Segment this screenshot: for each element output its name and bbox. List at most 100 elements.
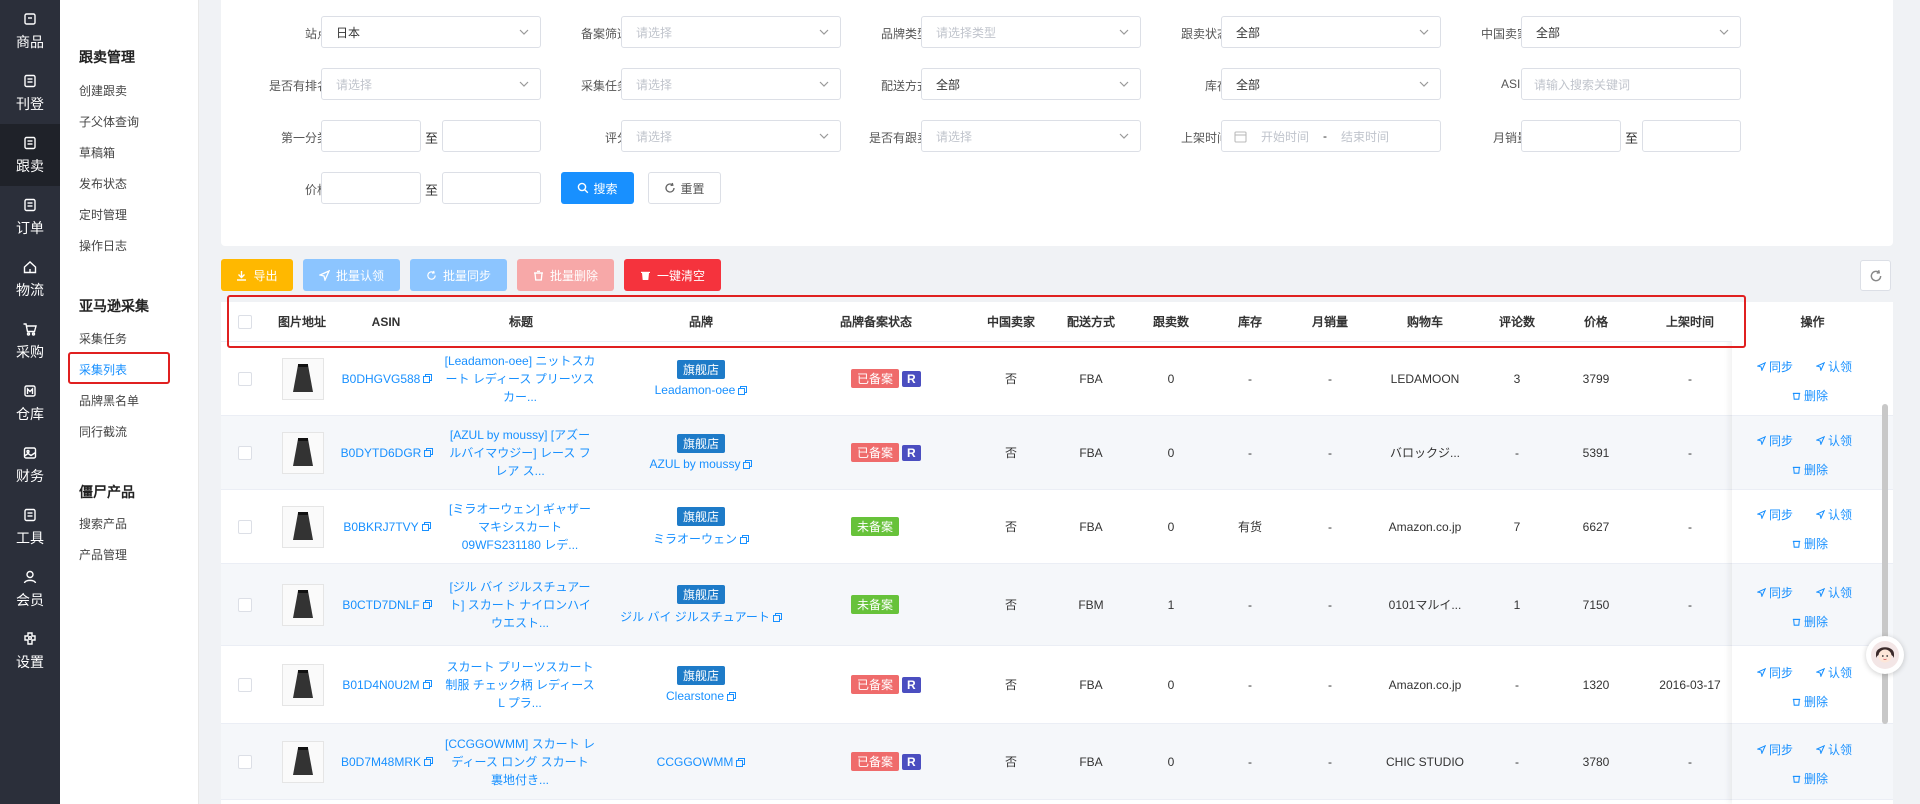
product-image[interactable] [281,724,325,799]
copy-icon[interactable] [743,460,753,470]
nav-item-orders[interactable]: 订单 [0,186,60,248]
reset-button[interactable]: 重置 [648,172,721,204]
copy-icon[interactable] [423,374,433,383]
claim-link[interactable]: 认领 [1816,741,1852,758]
delivery-select[interactable]: 全部 [921,68,1141,100]
refresh-table-button[interactable] [1860,260,1891,291]
product-image[interactable] [281,646,325,723]
category-min-input[interactable] [321,120,421,152]
listing-time-range[interactable]: 开始时间 - 结束时间 [1221,120,1441,152]
nav-item-tools[interactable]: 工具 [0,496,60,558]
cn-seller-select[interactable]: 全部 [1521,16,1741,48]
rating-select[interactable]: 请选择 [621,120,841,152]
submenu-item-brand-blacklist[interactable]: 品牌黑名单 [79,392,139,409]
title-link[interactable]: [Leadamon-oee] ニットスカート レディース プリーツスカー... [444,342,596,415]
copy-icon[interactable] [422,600,432,609]
copy-icon[interactable] [424,757,434,766]
claim-link[interactable]: 认领 [1816,664,1852,681]
copy-icon[interactable] [738,386,748,396]
price-min-input[interactable] [321,172,421,204]
claim-link[interactable]: 认领 [1816,432,1852,449]
asin-link[interactable]: B0D7M48MRK [337,724,437,799]
copy-icon[interactable] [422,680,432,689]
submenu-item-collect-task[interactable]: 采集任务 [79,330,127,347]
copy-icon[interactable] [421,522,431,531]
stock-select[interactable]: 全部 [1221,68,1441,100]
submenu-item-parent-child-query[interactable]: 子父体查询 [79,113,139,130]
record-filter-select[interactable]: 请选择 [621,16,841,48]
title-link[interactable]: スカート プリーツスカート 制服 チェック柄 レディース L プラ... [444,646,596,723]
delete-link[interactable]: 删除 [1792,461,1828,478]
nav-item-settings[interactable]: 设置 [0,620,60,682]
has-follow-select[interactable]: 请选择 [921,120,1141,152]
delete-link[interactable]: 删除 [1792,613,1828,630]
export-button[interactable]: 导出 [221,259,293,291]
nav-item-follow-sell[interactable]: 跟卖 [0,124,60,186]
nav-item-warehouse[interactable]: 仓库 [0,372,60,434]
sync-link[interactable]: 同步 [1757,664,1793,681]
asin-link[interactable]: B0CTD7DNLF [337,564,437,645]
submenu-item-create-follow[interactable]: 创建跟卖 [79,82,127,99]
delete-link[interactable]: 删除 [1792,535,1828,552]
sync-link[interactable]: 同步 [1757,741,1793,758]
brand-link[interactable]: ミラオーウェン [653,530,749,547]
asin-link[interactable]: B0DHGVG588 [337,342,437,415]
nav-item-purchase[interactable]: 采购 [0,310,60,372]
asin-link[interactable]: B01D4N0U2M [337,646,437,723]
sync-link[interactable]: 同步 [1757,358,1793,375]
row-checkbox[interactable] [238,646,252,723]
monthly-sales-min-input[interactable] [1521,120,1621,152]
has-rank-select[interactable]: 请选择 [321,68,541,100]
title-link[interactable]: [AZUL by moussy] [アズールバイマウジー] レース フレア ス.… [444,416,596,489]
sync-link[interactable]: 同步 [1757,432,1793,449]
row-checkbox[interactable] [238,564,252,645]
copy-icon[interactable] [727,692,737,702]
product-image[interactable] [281,564,325,645]
copy-icon[interactable] [424,448,434,457]
nav-item-publish[interactable]: 刊登 [0,62,60,124]
search-button[interactable]: 搜索 [561,172,634,204]
brand-link[interactable]: AZUL by moussy [650,457,753,471]
nav-item-finance[interactable]: 财务 [0,434,60,496]
sync-link[interactable]: 同步 [1757,584,1793,601]
vertical-scrollbar[interactable] [1882,404,1888,724]
product-image[interactable] [281,490,325,563]
brand-link[interactable]: CCGGOWMM [657,755,746,769]
claim-link[interactable]: 认领 [1816,358,1852,375]
submenu-item-publish-status[interactable]: 发布状态 [79,175,127,192]
title-link[interactable]: [CCGGOWMM] スカート レディース ロング スカート 裏地付き... [444,724,596,799]
title-link[interactable]: [ジル バイ ジルスチュアート] スカート ナイロンハイウエスト... [444,564,596,645]
submenu-item-operation-log[interactable]: 操作日志 [79,237,127,254]
claim-link[interactable]: 认领 [1816,506,1852,523]
nav-item-products[interactable]: 商品 [0,0,60,62]
brand-type-select[interactable]: 请选择类型 [921,16,1141,48]
asin-link[interactable]: B0BKRJ7TVY [337,490,437,563]
brand-link[interactable]: Leadamon-oee [655,383,748,397]
batch-delete-button[interactable]: 批量删除 [517,259,614,291]
asin-link[interactable]: B0DYTD6DGR [337,416,437,489]
title-link[interactable]: [ミラオーウェン] ギャザーマキシスカート 09WFS231180 レデ... [444,490,596,563]
sync-link[interactable]: 同步 [1757,506,1793,523]
nav-item-members[interactable]: 会员 [0,558,60,620]
follow-status-select[interactable]: 全部 [1221,16,1441,48]
collect-task-select[interactable]: 请选择 [621,68,841,100]
copy-icon[interactable] [772,612,782,622]
submenu-item-product-management[interactable]: 产品管理 [79,546,127,563]
claim-link[interactable]: 认领 [1816,584,1852,601]
batch-sync-button[interactable]: 批量同步 [410,259,507,291]
submenu-item-schedule[interactable]: 定时管理 [79,206,127,223]
category-max-input[interactable] [442,120,541,152]
price-max-input[interactable] [442,172,541,204]
delete-link[interactable]: 删除 [1792,387,1828,404]
row-checkbox[interactable] [238,490,252,563]
site-select[interactable]: 日本 [321,16,541,48]
brand-link[interactable]: Clearstone [666,689,737,703]
assistant-avatar[interactable] [1866,636,1904,674]
nav-item-logistics[interactable]: 物流 [0,248,60,310]
row-checkbox[interactable] [238,416,252,489]
monthly-sales-max-input[interactable] [1642,120,1741,152]
product-image[interactable] [281,416,325,489]
row-checkbox[interactable] [238,724,252,799]
brand-link[interactable]: ジル バイ ジルスチュアート [620,608,782,625]
batch-claim-button[interactable]: 批量认领 [303,259,400,291]
